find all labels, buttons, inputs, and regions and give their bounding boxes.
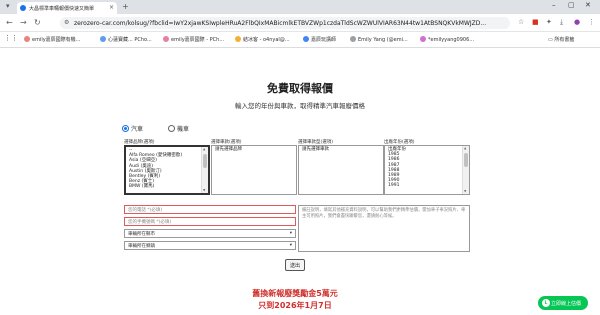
bookmarks-bar: ⋮⋮ emily嘉辰國際有機... 心蓮寶藏... PCho... emily嘉…	[0, 32, 600, 48]
bookmark-item[interactable]: emily嘉辰國際 - PCh...	[163, 36, 224, 43]
site-favicon	[20, 5, 26, 11]
city-select-value: 車輛所在縣市	[128, 232, 155, 237]
radio-checked-icon	[122, 125, 129, 132]
browser-tabstrip: ▾ 大昌標準車輛報價快速又簡單 × + – ▢ ✕	[0, 0, 600, 14]
scrollbar-thumb[interactable]	[203, 154, 207, 168]
radio-unchecked-icon	[168, 125, 175, 132]
page-content: 免費取得報價 輸入您的年份與車款，取得精準汽車報廢價格 汽車 機車 選擇品牌(選…	[0, 48, 600, 315]
model-listbox[interactable]: 請先選擇品牌	[211, 145, 297, 195]
browser-tab[interactable]: 大昌標準車輛報價快速又簡單 ×	[17, 2, 117, 14]
close-window-icon[interactable]: ✕	[585, 1, 591, 9]
city-select[interactable]: 車輛所在縣市 ▾	[124, 229, 296, 238]
scroll-up-icon[interactable]: ▲	[203, 147, 205, 152]
brand-listbox[interactable]: -- Alfa Romeo (愛快羅密歐) Asia (亞細亞) Audi (奧…	[124, 145, 210, 195]
list-item[interactable]: BMW (寶馬)	[129, 184, 198, 189]
scrollbar-thumb[interactable]	[464, 153, 468, 167]
bookmark-item[interactable]: *emilyyang0906...	[420, 36, 474, 43]
line-chat-button[interactable]: L 立即線上估價	[538, 296, 588, 310]
line-chat-label: 立即線上估價	[551, 301, 582, 307]
apps-grid-icon[interactable]: ⋮⋮	[4, 34, 18, 42]
bookmark-star-icon[interactable]: ☆	[518, 18, 524, 26]
vehicle-type-moto-radio[interactable]: 機車	[168, 124, 189, 133]
back-icon[interactable]: ←	[6, 18, 13, 27]
all-bookmarks[interactable]: ▭ 所有書籤	[548, 36, 574, 43]
tab-title: 大昌標準車輛報價快速又簡單	[29, 6, 95, 12]
scrollbar[interactable]: ▲ ▼	[201, 147, 208, 193]
mobile-input[interactable]: 您的手機號碼 *(必填)	[124, 217, 296, 226]
reload-icon[interactable]: ↻	[34, 18, 41, 27]
chevron-down-icon: ▾	[289, 243, 292, 248]
bookmark-icon	[163, 36, 169, 42]
url-text: zerozero-car.com/kolsug/?fbclid=IwY2xjaw…	[74, 20, 487, 27]
bookmark-icon	[24, 36, 30, 42]
bookmark-icon	[420, 36, 426, 42]
bookmark-item[interactable]: 嘉辰玩講師	[303, 36, 336, 43]
menu-icon[interactable]: ⋮	[588, 18, 595, 26]
scroll-up-icon[interactable]: ▲	[464, 146, 466, 151]
scroll-down-icon[interactable]: ▼	[203, 188, 205, 193]
promo-headline: 舊換新報廢獎勵金5萬元	[252, 289, 338, 298]
submodel-listbox[interactable]: 請先選擇車款	[298, 145, 384, 195]
address-bar[interactable]: ⚙ zerozero-car.com/kolsug/?fbclid=IwY2xj…	[60, 17, 510, 29]
promo-deadline: 只到2026年1月7日	[258, 301, 332, 310]
pdf-extension-icon[interactable]: ■	[532, 18, 539, 26]
line-chat-icon: L	[542, 299, 550, 307]
maximize-icon[interactable]: ▢	[568, 1, 575, 9]
scroll-down-icon[interactable]: ▼	[464, 189, 466, 194]
site-info-icon[interactable]: ⚙	[64, 19, 69, 26]
year-listbox[interactable]: 出廠年份 1985 1986 1987 1988 1989 1990 1991 …	[384, 145, 470, 195]
bookmark-item[interactable]: Emily Yang (@emi...	[350, 36, 408, 43]
minimize-icon[interactable]: –	[552, 1, 556, 9]
list-item[interactable]: 請先選擇車款	[302, 147, 373, 152]
forward-icon[interactable]: →	[20, 18, 27, 27]
phone-input[interactable]: 您的電話 *(必填)	[124, 205, 296, 214]
bookmark-icon	[100, 36, 106, 42]
bookmark-item[interactable]: 結冰客 - o4nyal@...	[235, 36, 290, 43]
vehicle-type-car-radio[interactable]: 汽車	[122, 124, 143, 133]
browser-toolbar: ← → ↻ ⚙ zerozero-car.com/kolsug/?fbclid=…	[0, 14, 600, 32]
bookmark-icon	[350, 36, 356, 42]
bookmark-item[interactable]: 心蓮寶藏... PCho...	[100, 36, 152, 43]
list-item[interactable]: 請先選擇品牌	[215, 147, 286, 152]
district-select[interactable]: 車輛所在鄉鎮 ▾	[124, 241, 296, 250]
bookmark-icon	[235, 36, 241, 42]
page-title: 免費取得報價	[267, 82, 333, 95]
notes-textarea[interactable]: 備註說明，填寫其他補充資料說明，可以幫助我們更精準估價，需加車子車況照片、車主可…	[298, 205, 470, 252]
chevron-down-icon: ▾	[289, 231, 292, 236]
new-tab-icon[interactable]: +	[122, 2, 129, 11]
bookmark-item[interactable]: emily嘉辰國際有機...	[24, 36, 80, 43]
scrollbar[interactable]: ▲ ▼	[462, 146, 469, 194]
tab-close-icon[interactable]: ×	[109, 4, 114, 11]
district-select-value: 車輛所在鄉鎮	[128, 244, 155, 249]
page-subtitle: 輸入您的年份與車款，取得精準汽車報廢價格	[235, 102, 365, 110]
profile-avatar-icon[interactable]: ●	[574, 18, 580, 26]
bookmark-icon	[303, 36, 309, 42]
tab-search-icon[interactable]: ▾	[6, 2, 10, 10]
download-icon[interactable]: ⤓	[560, 18, 563, 27]
list-item[interactable]: 1991	[388, 183, 459, 188]
submit-button[interactable]: 送出	[285, 259, 305, 271]
extensions-icon[interactable]: ✦	[546, 18, 552, 26]
